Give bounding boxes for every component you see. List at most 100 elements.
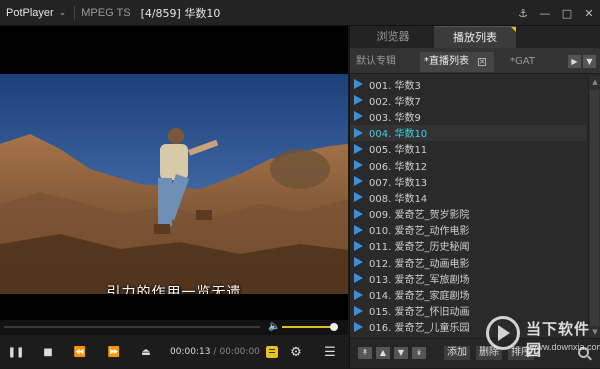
subtab-menu-button[interactable]: ▼: [583, 55, 596, 68]
maximize-button[interactable]: □: [556, 0, 578, 26]
play-icon: [354, 95, 363, 106]
close-subtab-icon[interactable]: ✕: [478, 58, 486, 66]
subtitle-text: 引力的作用一览无遗: [106, 285, 242, 294]
watermark-title: 当下软件园: [526, 320, 591, 359]
move-down-icon[interactable]: ▼: [394, 347, 408, 359]
playlist-item[interactable]: 014. 爱奇艺_家庭剧场: [350, 286, 586, 302]
video-scene: [0, 74, 348, 294]
playlist-item-label: 005. 华数11: [369, 145, 428, 157]
next-button[interactable]: ⏩: [102, 335, 126, 369]
window-buttons: ⚓ — □ ✕: [512, 0, 600, 26]
media-title: [4/859] 华数10: [140, 6, 221, 20]
minimize-button[interactable]: —: [534, 0, 556, 26]
move-top-icon[interactable]: ↟: [358, 347, 372, 359]
play-icon: [354, 79, 363, 90]
play-icon: [354, 224, 363, 235]
video-frame: 引力的作用一览无遗: [0, 74, 348, 294]
playlist-scrollbar[interactable]: ▲ ▼: [588, 76, 600, 338]
playlist-item-label: 009. 爱奇艺_贺岁影院: [369, 210, 470, 222]
playlist-item[interactable]: 011. 爱奇艺_历史秘闻: [350, 238, 586, 254]
play-icon: [354, 111, 363, 122]
scroll-thumb[interactable]: [590, 90, 599, 326]
tab-playlist[interactable]: 播放列表: [434, 26, 516, 48]
playlist: 001. 华数3 002. 华数7 003. 华数9 004. 华数10 005. 华数…: [350, 76, 586, 338]
playlist-item[interactable]: 006. 华数12: [350, 157, 586, 173]
playlist-item[interactable]: 003. 华数9: [350, 108, 586, 124]
volume-icon[interactable]: 🔈: [268, 321, 280, 332]
playlist-item-label: 006. 华数12: [369, 161, 428, 173]
playlist-menu-icon[interactable]: ☰: [318, 335, 342, 369]
playlist-item[interactable]: 002. 华数7: [350, 92, 586, 108]
close-button[interactable]: ✕: [578, 0, 600, 26]
play-icon: [354, 176, 363, 187]
playlist-item-label: 011. 爱奇艺_历史秘闻: [369, 242, 470, 254]
play-icon: [354, 127, 363, 138]
playlist-item[interactable]: 010. 爱奇艺_动作电影: [350, 222, 586, 238]
playlist-item-label: 001. 华数3: [369, 80, 421, 92]
total-time: 00:00:00: [219, 347, 260, 357]
playlist-item[interactable]: 007. 华数13: [350, 173, 586, 189]
playlist-item[interactable]: 005. 华数11: [350, 141, 586, 157]
playlist-item-label: 002. 华数7: [369, 96, 421, 108]
volume-knob[interactable]: [330, 323, 338, 331]
stop-button[interactable]: ■: [36, 335, 60, 369]
play-icon: [354, 273, 363, 284]
play-icon: [354, 192, 363, 203]
previous-button[interactable]: ⏪: [68, 335, 92, 369]
playlist-subtabs: 默认专辑 *直播列表 ✕ *GAT ▶ ▼: [350, 48, 600, 74]
playlist-item[interactable]: 012. 爱奇艺_动画电影: [350, 254, 586, 270]
subtab-gat[interactable]: *GAT: [510, 52, 535, 72]
pin-icon[interactable]: ⚓: [512, 0, 534, 26]
play-icon: [354, 305, 363, 316]
playlist-item-label: 010. 爱奇艺_动作电影: [369, 226, 470, 238]
watermark: 当下软件园 www.downxia.com: [480, 314, 600, 368]
seek-track[interactable]: [4, 326, 260, 328]
playlist-item-label: 016. 爱奇艺_儿童乐园: [369, 323, 470, 335]
play-icon: [354, 143, 363, 154]
play-icon: [354, 257, 363, 268]
playlist-item[interactable]: 009. 爱奇艺_贺岁影院: [350, 206, 586, 222]
playlist-item-label: 007. 华数13: [369, 177, 428, 189]
add-button[interactable]: 添加: [444, 346, 470, 360]
playlist-item-label: 012. 爱奇艺_动画电影: [369, 258, 470, 270]
panel-tabs: 浏览器 播放列表: [350, 26, 600, 48]
subtitle-button[interactable]: [266, 346, 278, 358]
volume-slider[interactable]: [282, 326, 334, 328]
move-up-icon[interactable]: ▲: [376, 347, 390, 359]
app-name[interactable]: PotPlayer: [0, 7, 54, 19]
play-icon: [354, 240, 363, 251]
playlist-item-label: 008. 华数14: [369, 193, 428, 205]
title-separator: [74, 5, 76, 20]
seek-bar[interactable]: 🔈: [0, 320, 348, 334]
control-bar: ❚❚ ■ ⏪ ⏩ ⏏ 00:00:13/00:00:00 ⚙ ☰: [0, 334, 348, 368]
move-bottom-icon[interactable]: ↡: [412, 347, 426, 359]
play-icon: [354, 208, 363, 219]
play-icon: [354, 321, 363, 332]
playlist-item[interactable]: 001. 华数3: [350, 76, 586, 92]
gear-icon[interactable]: ⚙: [284, 335, 308, 369]
pause-button[interactable]: ❚❚: [4, 335, 28, 369]
video-area[interactable]: 引力的作用一览无遗: [0, 26, 348, 320]
play-icon: [354, 160, 363, 171]
playlist-item[interactable]: 004. 华数10: [350, 124, 586, 141]
time-separator: /: [213, 347, 217, 357]
format-label: MPEG TS: [81, 6, 131, 19]
watermark-url: www.downxia.com: [530, 342, 600, 352]
playlist-item[interactable]: 013. 爱奇艺_军旅剧场: [350, 270, 586, 286]
subtab-default-album[interactable]: 默认专辑: [356, 52, 396, 72]
playlist-item-label: 003. 华数9: [369, 112, 421, 124]
playlist-item-label: 015. 爱奇艺_怀旧动画: [369, 307, 470, 319]
playlist-item-label: 013. 爱奇艺_军旅剧场: [369, 274, 470, 286]
next-subtab-button[interactable]: ▶: [568, 55, 581, 68]
tab-browser[interactable]: 浏览器: [352, 26, 434, 48]
scroll-up-icon[interactable]: ▲: [591, 78, 599, 86]
title-bar: PotPlayer ⌄ MPEG TS [4/859] 华数10 ⚓ — □ ✕: [0, 0, 600, 26]
playlist-item[interactable]: 008. 华数14: [350, 189, 586, 205]
playlist-item-label: 004. 华数10: [369, 129, 428, 141]
app-menu-chevron-icon[interactable]: ⌄: [59, 8, 67, 18]
current-time: 00:00:13: [170, 347, 211, 357]
time-display: 00:00:13/00:00:00: [170, 335, 260, 369]
watermark-logo-icon: [486, 316, 520, 350]
eject-button[interactable]: ⏏: [134, 335, 158, 369]
playlist-item-label: 014. 爱奇艺_家庭剧场: [369, 291, 470, 303]
